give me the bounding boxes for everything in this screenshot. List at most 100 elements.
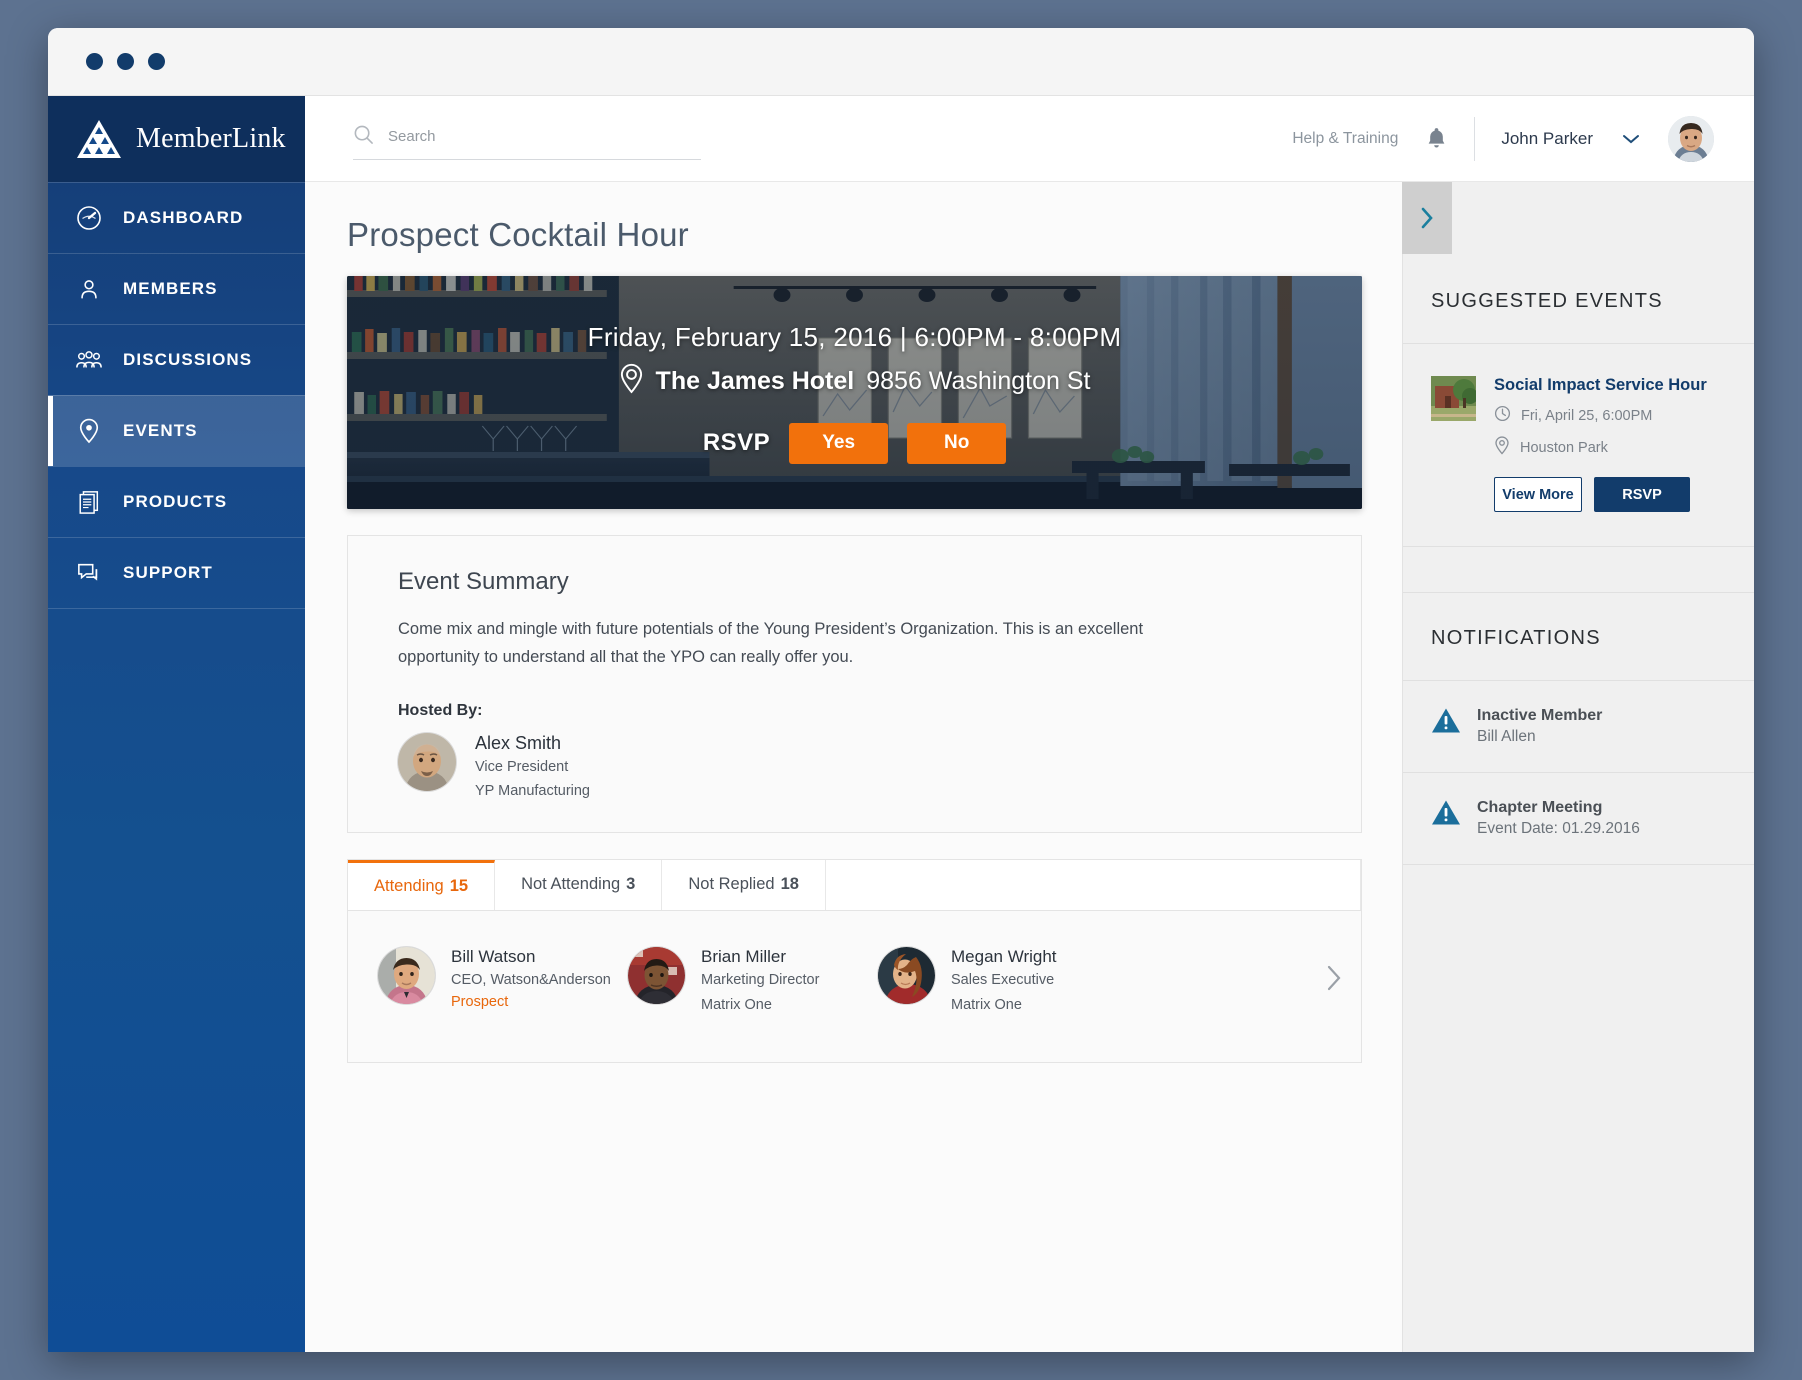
bell-icon[interactable]	[1425, 126, 1448, 151]
attendee-info: Brian Miller Marketing Director Matrix O…	[701, 947, 819, 1017]
notification-item[interactable]: Chapter Meeting Event Date: 01.29.2016	[1403, 773, 1754, 865]
search-icon	[353, 124, 374, 150]
window-titlebar	[48, 28, 1754, 96]
location-pin-icon	[1494, 436, 1510, 459]
attendee-company: Matrix One	[951, 996, 1022, 1013]
host-title: Vice President	[475, 758, 569, 775]
sidebar-label: MEMBERS	[123, 279, 218, 298]
people-group-icon	[75, 349, 103, 371]
hosted-by-label: Hosted By:	[398, 701, 483, 719]
triangle-logo-icon	[76, 118, 122, 160]
clock-icon	[1494, 405, 1511, 426]
suggested-event-date: Fri, April 25, 6:00PM	[1521, 407, 1653, 424]
avatar[interactable]	[1668, 115, 1714, 162]
notification-text: Inactive Member Bill Allen	[1477, 707, 1602, 746]
venue-name: The James Hotel	[655, 367, 855, 395]
event-summary-text: Come mix and mingle with future potentia…	[398, 620, 1144, 667]
notification-title: Inactive Member	[1477, 707, 1603, 724]
sidebar-item-discussions[interactable]: DISCUSSIONS	[48, 324, 305, 395]
suggested-event-title[interactable]: Social Impact Service Hour	[1494, 376, 1707, 395]
map-pin-icon	[75, 418, 103, 444]
suggested-event-details: Social Impact Service Hour Fri, April 25…	[1494, 376, 1707, 512]
rsvp-label: RSVP	[702, 429, 771, 456]
brand[interactable]: MemberLink	[48, 96, 305, 182]
browser-window: MemberLink DASHBOARD MEMBERS DISCUSSIONS…	[48, 28, 1754, 1352]
chevron-right-icon[interactable]	[1325, 947, 1343, 993]
tab-count: 15	[449, 876, 469, 895]
attendee-tag: Prospect	[451, 993, 509, 1010]
attendee-info: Megan Wright Sales Executive Matrix One	[951, 947, 1057, 1017]
search-bar[interactable]	[353, 124, 701, 160]
top-bar: Help & Training John Parker	[305, 96, 1754, 182]
rsvp-button[interactable]: RSVP	[1594, 477, 1690, 512]
suggested-event-item: Social Impact Service Hour Fri, April 25…	[1403, 344, 1754, 547]
view-more-button[interactable]: View More	[1494, 477, 1582, 512]
sidebar-label: DASHBOARD	[123, 208, 244, 227]
sidebar-filler	[48, 608, 305, 1352]
sidebar-item-products[interactable]: PRODUCTS	[48, 466, 305, 537]
username-label: John Parker	[1501, 128, 1593, 148]
sidebar-label: PRODUCTS	[123, 492, 228, 511]
rsvp-row: RSVP Yes No	[702, 422, 1007, 464]
attendee-title: Sales Executive	[951, 971, 1055, 988]
event-venue: The James Hotel 9856 Washington St	[619, 363, 1091, 401]
attendee-title: CEO, Watson&Anderson	[451, 971, 611, 988]
tab-not-attending[interactable]: Not Attending 3	[495, 859, 663, 910]
host-name: Alex Smith	[475, 732, 562, 753]
event-summary-title: Event Summary	[398, 568, 569, 595]
attendee-info: Bill Watson CEO, Watson&Anderson Prospec…	[451, 947, 611, 1010]
sidebar-item-members[interactable]: MEMBERS	[48, 253, 305, 324]
rsvp-yes-button[interactable]: Yes	[789, 422, 889, 464]
rail-spacer	[1403, 547, 1754, 593]
list-item[interactable]: Brian Miller Marketing Director Matrix O…	[628, 946, 878, 1017]
screenshot-root: MemberLink DASHBOARD MEMBERS DISCUSSIONS…	[0, 0, 1802, 1380]
tabs-filler	[825, 859, 1361, 910]
person-icon	[75, 277, 103, 301]
tab-attending[interactable]: Attending 15	[348, 859, 496, 910]
chevron-down-icon[interactable]	[1621, 133, 1641, 145]
top-bar-right: Help & Training John Parker	[1292, 115, 1714, 162]
attendee-name: Brian Miller	[701, 946, 787, 966]
left-sidebar: MemberLink DASHBOARD MEMBERS DISCUSSIONS…	[48, 96, 305, 1352]
content-row: Prospect Cocktail Hour Friday, February …	[305, 182, 1754, 1352]
notification-subtitle: Event Date: 01.29.2016	[1477, 820, 1640, 837]
tab-label: Not Attending	[521, 875, 621, 894]
list-item[interactable]: Megan Wright Sales Executive Matrix One	[878, 946, 1128, 1017]
list-item[interactable]: Bill Watson CEO, Watson&Anderson Prospec…	[378, 946, 628, 1010]
search-input[interactable]	[388, 128, 701, 145]
sidebar-label: EVENTS	[123, 421, 198, 440]
window-controls	[86, 53, 165, 70]
page-title: Prospect Cocktail Hour	[347, 216, 689, 253]
tab-not-replied[interactable]: Not Replied 18	[662, 859, 826, 910]
sidebar-item-dashboard[interactable]: DASHBOARD	[48, 182, 305, 253]
help-and-training-link[interactable]: Help & Training	[1292, 130, 1398, 148]
suggested-event-thumbnail	[1431, 376, 1476, 421]
tab-count: 18	[780, 875, 799, 894]
notification-title: Chapter Meeting	[1477, 799, 1603, 816]
window-body: MemberLink DASHBOARD MEMBERS DISCUSSIONS…	[48, 96, 1754, 1352]
attendee-avatar	[378, 946, 435, 1004]
suggested-event-location-row: Houston Park	[1494, 436, 1707, 459]
suggested-event-location: Houston Park	[1520, 439, 1608, 456]
maximize-dot-icon[interactable]	[148, 53, 165, 70]
rsvp-no-button[interactable]: No	[907, 422, 1007, 464]
sidebar-item-events[interactable]: EVENTS	[48, 395, 305, 466]
main-content: Prospect Cocktail Hour Friday, February …	[305, 182, 1402, 1352]
notification-subtitle: Bill Allen	[1477, 728, 1536, 745]
minimize-dot-icon[interactable]	[117, 53, 134, 70]
divider	[1474, 116, 1476, 161]
notification-item[interactable]: Inactive Member Bill Allen	[1403, 681, 1754, 773]
notifications-heading: NOTIFICATIONS	[1403, 593, 1754, 681]
attendee-name: Megan Wright	[951, 946, 1057, 966]
warning-icon	[1431, 799, 1461, 831]
warning-icon	[1431, 707, 1461, 739]
host-company: YP Manufacturing	[475, 782, 590, 799]
venue-address: 9856 Washington St	[866, 367, 1091, 395]
close-dot-icon[interactable]	[86, 53, 103, 70]
attendance-tabs: Attending 15 Not Attending 3 Not Replied…	[348, 859, 1361, 911]
rail-collapse-toggle[interactable]	[1402, 182, 1452, 254]
sidebar-item-support[interactable]: SUPPORT	[48, 537, 305, 608]
host-avatar	[398, 732, 456, 791]
attendee-company: Matrix One	[701, 996, 772, 1013]
event-hero-banner: Friday, February 15, 2016 | 6:00PM - 8:0…	[347, 276, 1362, 509]
